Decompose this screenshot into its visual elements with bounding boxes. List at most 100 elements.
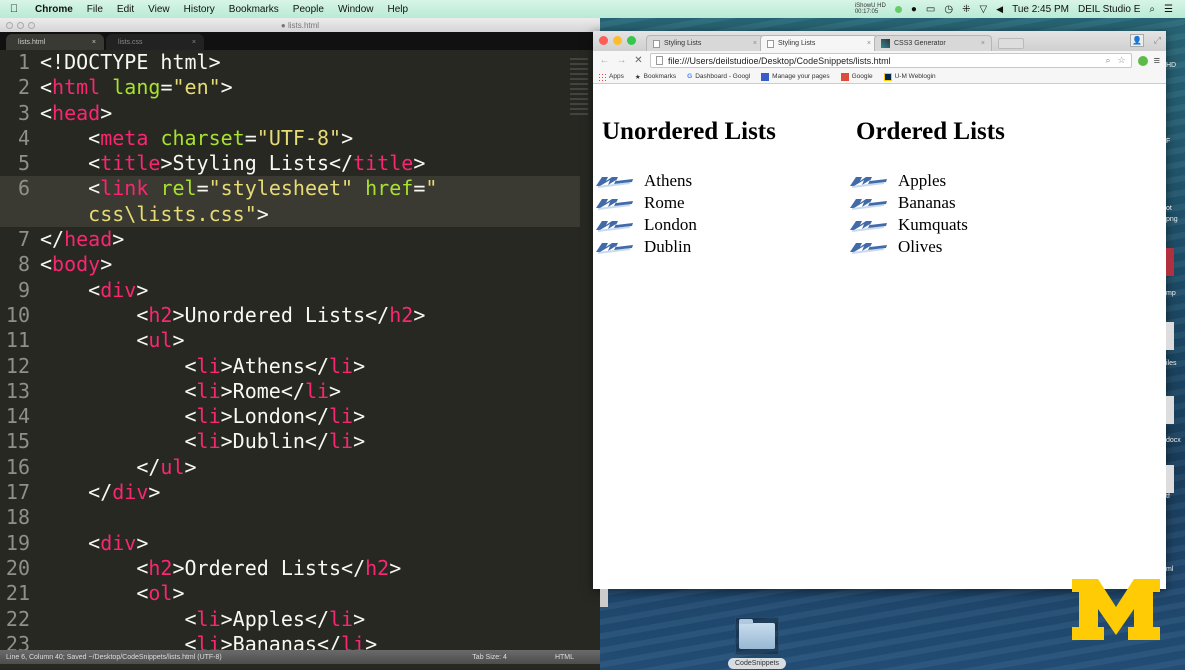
menu-app-chrome[interactable]: Chrome: [28, 4, 80, 15]
line-number[interactable]: 11: [0, 328, 40, 353]
line-number[interactable]: 9: [0, 278, 40, 303]
address-bar[interactable]: file:///Users/deilstudioe/Desktop/CodeSn…: [650, 53, 1132, 68]
code-line[interactable]: 4 <meta charset="UTF-8">: [0, 126, 580, 151]
code-line[interactable]: 9 <div>: [0, 278, 580, 303]
code-line[interactable]: 2 <html lang="en">: [0, 75, 580, 100]
recording-indicator[interactable]: iShowU HD 00:17:05: [855, 3, 886, 15]
bookmark-bookmarks[interactable]: ★ Bookmarks: [635, 73, 676, 81]
codesnippets-folder-icon[interactable]: [735, 617, 779, 655]
code-line[interactable]: 18: [0, 505, 580, 530]
evernote-extension-icon[interactable]: [1137, 55, 1148, 66]
tab-lists-css[interactable]: lists.css ×: [106, 34, 204, 50]
tab-size-selector[interactable]: Tab Size: 4: [472, 654, 555, 661]
code-line[interactable]: 21 <ol>: [0, 581, 580, 606]
close-tab-icon[interactable]: ×: [92, 39, 96, 46]
close-tab-icon[interactable]: ×: [981, 40, 985, 47]
code-line[interactable]: 15 <li>Dublin</li>: [0, 429, 580, 454]
line-number[interactable]: 18: [0, 505, 40, 530]
stop-button[interactable]: ✕: [633, 55, 644, 66]
line-number[interactable]: [0, 202, 40, 227]
code-line[interactable]: 14 <li>London</li>: [0, 404, 580, 429]
folder-label[interactable]: CodeSnippets: [728, 658, 786, 669]
code-line[interactable]: 19 <div>: [0, 531, 580, 556]
menu-view[interactable]: View: [141, 4, 177, 15]
profile-icon[interactable]: 👤: [1130, 34, 1144, 47]
line-number[interactable]: 20: [0, 556, 40, 581]
code-line[interactable]: 7 </head>: [0, 227, 580, 252]
code-line[interactable]: 10 <h2>Unordered Lists</h2>: [0, 303, 580, 328]
code-line[interactable]: 12 <li>Athens</li>: [0, 354, 580, 379]
desktop-icon-label[interactable]: mp: [1166, 290, 1176, 297]
close-tab-icon[interactable]: ×: [867, 40, 871, 47]
bookmark-um-weblogin[interactable]: U-M Weblogin: [883, 72, 936, 81]
line-number[interactable]: 10: [0, 303, 40, 328]
close-tab-icon[interactable]: ×: [753, 40, 757, 47]
line-number[interactable]: 19: [0, 531, 40, 556]
bookmark-manage-pages[interactable]: Manage your pages: [761, 72, 830, 81]
zoom-icon[interactable]: ⌕: [1105, 55, 1110, 66]
desktop-icon-label[interactable]: F: [1166, 138, 1170, 145]
line-number[interactable]: 16: [0, 455, 40, 480]
code-line[interactable]: 3 <head>: [0, 101, 580, 126]
code-line[interactable]: 6 <link rel="stylesheet" href=": [0, 176, 580, 202]
apple-menu-icon[interactable]: : [0, 3, 28, 15]
desktop-file-icon[interactable]: [1166, 396, 1174, 424]
code-line[interactable]: 5 <title>Styling Lists</title>: [0, 151, 580, 176]
line-number[interactable]: 4: [0, 126, 40, 151]
close-window-button[interactable]: [599, 36, 608, 45]
code-line[interactable]: 13 <li>Rome</li>: [0, 379, 580, 404]
desktop-icon-label[interactable]: tf: [1166, 493, 1170, 500]
bluetooth-icon[interactable]: ⁜: [962, 4, 970, 15]
menu-people[interactable]: People: [286, 4, 331, 15]
spotlight-search-icon[interactable]: ⌕: [1149, 4, 1155, 15]
menu-help[interactable]: Help: [381, 4, 416, 15]
line-number[interactable]: 21: [0, 581, 40, 606]
close-tab-icon[interactable]: ×: [192, 39, 196, 46]
code-line[interactable]: 17 </div>: [0, 480, 580, 505]
desktop-file-icon[interactable]: [1166, 248, 1174, 276]
line-number[interactable]: 14: [0, 404, 40, 429]
line-number[interactable]: 22: [0, 607, 40, 632]
notification-center-icon[interactable]: ☰: [1164, 4, 1173, 15]
browser-tab-css3-generator[interactable]: CSS3 Generator ×: [874, 35, 992, 51]
airplay-icon[interactable]: ▭: [926, 4, 935, 15]
menu-history[interactable]: History: [177, 4, 222, 15]
code-line[interactable]: 22 <li>Apples</li>: [0, 607, 580, 632]
desktop-icon-label[interactable]: ml: [1166, 566, 1173, 573]
desktop-icon-label[interactable]: docx: [1166, 437, 1181, 444]
alien-icon[interactable]: ●: [911, 4, 917, 15]
browser-tab-styling-lists-2[interactable]: Styling Lists ×: [760, 35, 878, 51]
editor-titlebar[interactable]: ● lists.html: [0, 18, 600, 32]
bookmark-apps[interactable]: Apps: [598, 72, 624, 81]
code-line[interactable]: 11 <ul>: [0, 328, 580, 353]
chrome-menu-icon[interactable]: ≡: [1154, 55, 1160, 67]
code-line[interactable]: css\lists.css">: [0, 201, 580, 228]
code-line[interactable]: 1 <!DOCTYPE html>: [0, 50, 580, 75]
back-button[interactable]: ←: [599, 55, 610, 66]
menu-file[interactable]: File: [80, 4, 110, 15]
menu-edit[interactable]: Edit: [110, 4, 141, 15]
desktop-icon-label[interactable]: png: [1166, 216, 1178, 223]
forward-button[interactable]: →: [616, 55, 627, 66]
desktop-icon-label[interactable]: iles: [1166, 360, 1177, 367]
line-number[interactable]: 17: [0, 480, 40, 505]
new-tab-button[interactable]: [998, 38, 1024, 49]
desktop-icon-label[interactable]: HD: [1166, 62, 1176, 69]
line-number[interactable]: 2: [0, 75, 40, 100]
tab-lists-html[interactable]: lists.html ×: [6, 34, 104, 50]
code-editor[interactable]: 1 <!DOCTYPE html> 2 <html lang="en"> 3 <head>…: [0, 50, 580, 654]
clock[interactable]: Tue 2:45 PM: [1012, 4, 1069, 15]
fullscreen-icon[interactable]: ⤢: [1154, 35, 1161, 46]
bookmark-dashboard-google[interactable]: G Dashboard - Googl: [687, 73, 750, 80]
code-line[interactable]: 16 </ul>: [0, 455, 580, 480]
code-line[interactable]: 20 <h2>Ordered Lists</h2>: [0, 556, 580, 581]
menu-bookmarks[interactable]: Bookmarks: [222, 4, 286, 15]
line-number[interactable]: 5: [0, 151, 40, 176]
minimize-window-button[interactable]: [613, 36, 622, 45]
line-number[interactable]: 6: [0, 176, 40, 201]
menu-window[interactable]: Window: [331, 4, 381, 15]
line-number[interactable]: 1: [0, 50, 40, 75]
line-number[interactable]: 8: [0, 252, 40, 277]
code-line[interactable]: 8 <body>: [0, 252, 580, 277]
line-number[interactable]: 3: [0, 101, 40, 126]
